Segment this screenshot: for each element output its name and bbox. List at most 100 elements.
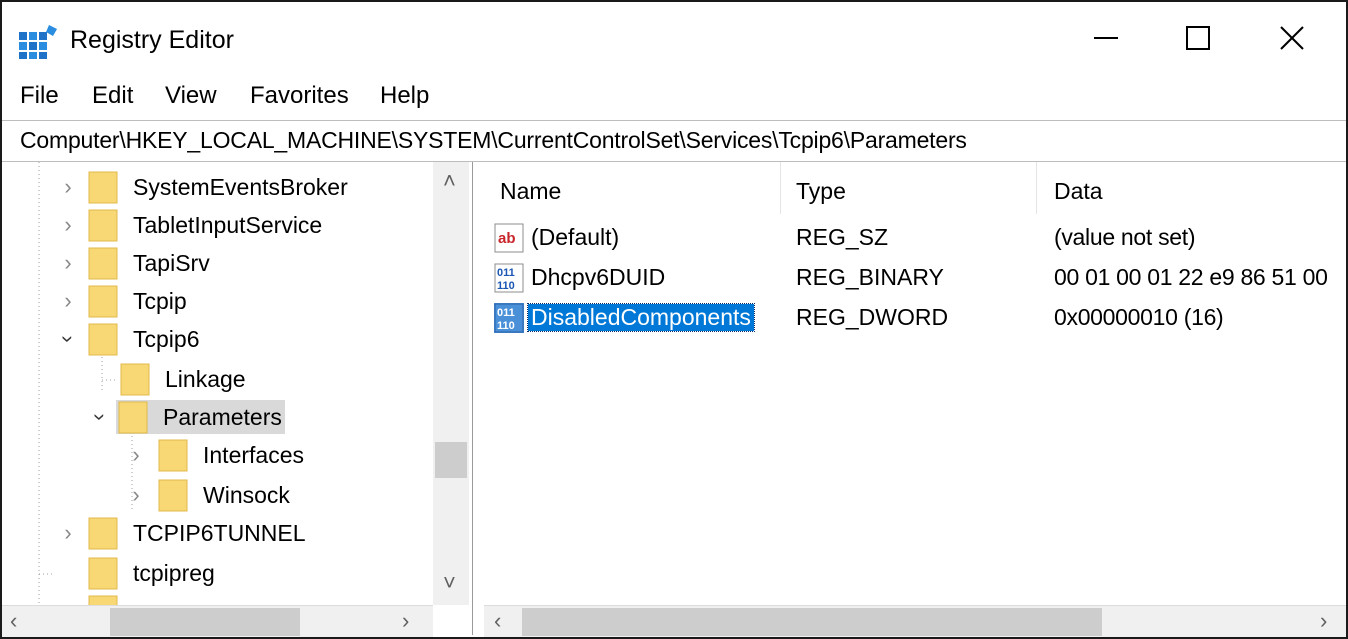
folder-icon	[88, 247, 118, 280]
tree-horizontal-scrollbar[interactable]: ‹ ›	[2, 605, 433, 637]
tree-item-parameters[interactable]: › Parameters	[87, 398, 285, 436]
tree-item-label: Tcpip6	[133, 325, 200, 352]
svg-text:110: 110	[497, 280, 515, 292]
maximize-button[interactable]	[1152, 2, 1244, 74]
value-type: REG_SZ	[796, 224, 889, 250]
folder-icon	[88, 557, 118, 590]
scroll-up-arrow-icon[interactable]: ˄	[443, 168, 456, 194]
scroll-down-arrow-icon[interactable]: ˅	[443, 570, 456, 596]
minimize-icon	[1094, 37, 1118, 39]
scroll-thumb[interactable]	[110, 608, 300, 636]
value-row-dhcpv6duid[interactable]: 011 110 Dhcpv6DUID REG_BINARY 00 01 00 0…	[494, 260, 1346, 296]
column-header-type[interactable]: Type	[796, 178, 846, 205]
menu-bar: File Edit View Favorites Help	[2, 76, 1346, 116]
tree-item-label: Winsock	[203, 481, 290, 508]
expand-chevron-icon[interactable]: ›	[58, 212, 78, 238]
column-divider[interactable]	[1036, 162, 1037, 214]
registry-editor-window: Registry Editor File Edit View Favorites…	[0, 0, 1348, 639]
value-name: Dhcpv6DUID	[531, 264, 666, 290]
tree-item-systemeventsbroker[interactable]: › SystemEventsBroker	[62, 168, 351, 206]
selected-key-highlight: Parameters	[116, 400, 285, 434]
folder-icon	[88, 171, 118, 204]
value-type: REG_DWORD	[796, 304, 949, 330]
tree-item-label: Parameters	[160, 401, 285, 433]
value-name: (Default)	[531, 224, 620, 250]
address-path: Computer\HKEY_LOCAL_MACHINE\SYSTEM\Curre…	[20, 127, 967, 153]
folder-icon	[88, 323, 118, 356]
tree-item-tapisrv[interactable]: › TapiSrv	[62, 244, 213, 282]
tree-item-label: Linkage	[165, 365, 246, 392]
tree-item-label: TCPIP6TUNNEL	[133, 519, 306, 546]
collapse-chevron-icon[interactable]: ›	[87, 407, 113, 427]
tree-item-label: TabletInputService	[133, 211, 323, 238]
expand-chevron-icon[interactable]: ›	[58, 250, 78, 276]
collapse-chevron-icon[interactable]: ›	[55, 329, 81, 349]
folder-icon	[158, 479, 188, 512]
values-horizontal-scrollbar[interactable]: ‹ ›	[484, 605, 1346, 637]
expand-chevron-icon[interactable]: ›	[126, 482, 146, 508]
column-header-name[interactable]: Name	[500, 178, 561, 205]
string-value-icon: ab	[494, 223, 524, 253]
menu-file[interactable]: File	[20, 82, 59, 110]
close-button[interactable]	[1246, 2, 1338, 74]
values-list-pane[interactable]: Name Type Data ab (Default) REG_SZ (valu…	[484, 162, 1346, 605]
binary-value-icon: 011 110	[494, 263, 524, 293]
value-row-default[interactable]: ab (Default) REG_SZ (value not set)	[494, 220, 1346, 256]
value-row-disabledcomponents[interactable]: 011 110 DisabledComponents REG_DWORD 0x0…	[494, 300, 1346, 336]
expand-chevron-icon[interactable]: ›	[126, 442, 146, 468]
tree-item-label: SystemEventsBroker	[133, 173, 348, 200]
tree-item-label: tcpipreg	[133, 559, 215, 586]
scroll-thumb[interactable]	[522, 608, 1102, 636]
folder-icon	[118, 401, 148, 434]
folder-icon	[88, 517, 118, 550]
scroll-thumb[interactable]	[435, 442, 467, 478]
value-data: (value not set)	[1054, 224, 1196, 250]
folder-icon	[120, 363, 150, 396]
value-data: 0x00000010 (16)	[1054, 304, 1224, 330]
tree-item-linkage[interactable]: Linkage	[120, 360, 249, 398]
column-header-data[interactable]: Data	[1054, 178, 1103, 205]
folder-icon	[88, 209, 118, 242]
svg-text:011: 011	[497, 267, 515, 279]
tree-item-label: TapiSrv	[133, 249, 210, 276]
minimize-button[interactable]	[1060, 2, 1152, 74]
scroll-left-arrow-icon[interactable]: ‹	[494, 608, 501, 634]
tree-item-tcpip6[interactable]: › Tcpip6	[56, 320, 202, 358]
registry-editor-app-icon	[19, 25, 57, 59]
menu-favorites[interactable]: Favorites	[250, 82, 349, 110]
scroll-right-arrow-icon[interactable]: ›	[1320, 608, 1327, 634]
tree-item-tcpipreg[interactable]: tcpipreg	[88, 554, 218, 592]
key-tree-pane[interactable]: › SystemEventsBroker › TabletInputServic…	[2, 162, 473, 635]
svg-text:ab: ab	[498, 230, 516, 247]
value-data: 00 01 00 01 22 e9 86 51 00	[1054, 264, 1328, 290]
title-bar[interactable]: Registry Editor	[2, 2, 1346, 74]
value-type: REG_BINARY	[796, 264, 944, 290]
window-title: Registry Editor	[70, 26, 234, 54]
expand-chevron-icon[interactable]: ›	[58, 520, 78, 546]
scroll-right-arrow-icon[interactable]: ›	[402, 608, 409, 634]
expand-chevron-icon[interactable]: ›	[58, 288, 78, 314]
folder-icon	[158, 439, 188, 472]
svg-text:110: 110	[497, 320, 515, 332]
address-bar[interactable]: Computer\HKEY_LOCAL_MACHINE\SYSTEM\Curre…	[2, 120, 1346, 162]
tree-item-interfaces[interactable]: › Interfaces	[126, 436, 307, 474]
tree-item-label: Interfaces	[203, 441, 304, 468]
tree-item-tcpip[interactable]: › Tcpip	[62, 282, 190, 320]
expand-chevron-icon[interactable]: ›	[58, 174, 78, 200]
tree-item-label: Tcpip	[133, 287, 187, 314]
menu-edit[interactable]: Edit	[92, 82, 133, 110]
tree-item-tcpip6tunnel[interactable]: › TCPIP6TUNNEL	[62, 514, 309, 552]
maximize-icon	[1186, 26, 1210, 50]
tree-item-winsock[interactable]: › Winsock	[126, 476, 293, 514]
binary-value-icon: 011 110	[494, 303, 524, 333]
menu-help[interactable]: Help	[380, 82, 429, 110]
value-name: DisabledComponents	[527, 303, 755, 332]
tree-item-tabletinputservice[interactable]: › TabletInputService	[62, 206, 325, 244]
svg-text:011: 011	[497, 307, 515, 319]
close-icon	[1280, 26, 1304, 50]
column-divider[interactable]	[780, 162, 781, 214]
menu-view[interactable]: View	[165, 82, 217, 110]
tree-vertical-scrollbar[interactable]: ˄ ˅	[433, 162, 469, 605]
folder-icon	[88, 285, 118, 318]
scroll-left-arrow-icon[interactable]: ‹	[10, 608, 17, 634]
